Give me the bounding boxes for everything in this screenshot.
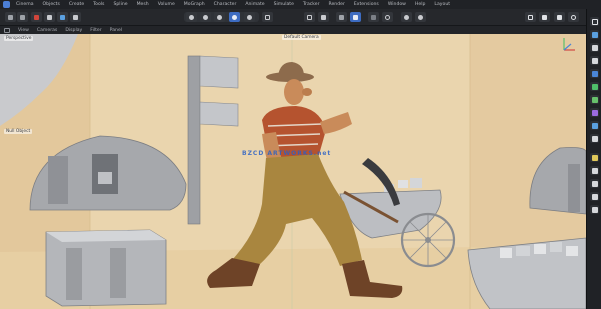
tag-icon[interactable]	[590, 179, 599, 188]
texture-mode-icon[interactable]	[318, 12, 329, 22]
app-logo-icon[interactable]	[3, 1, 10, 8]
menu-simulate[interactable]: Simulate	[274, 2, 294, 7]
viewport-camera-label[interactable]: Default Camera	[282, 35, 321, 40]
viewport-scene	[0, 34, 586, 309]
object-tag-label: Null Object	[4, 129, 33, 134]
cube-primitive-icon[interactable]	[590, 30, 599, 39]
locked-workplane-icon[interactable]	[415, 12, 426, 22]
spline-pen-icon[interactable]	[590, 43, 599, 52]
viewport-menu-cameras[interactable]: Cameras	[37, 28, 57, 33]
menu-create[interactable]: Create	[69, 2, 84, 7]
menu-cinema[interactable]: Cinema	[16, 2, 34, 7]
crate-top	[46, 230, 166, 242]
viewport-menu-panel[interactable]: Panel	[110, 28, 122, 33]
menu-tools[interactable]: Tools	[93, 2, 104, 7]
entrance-sign	[98, 172, 112, 184]
solo-mode-icon[interactable]	[382, 12, 393, 22]
axis-gizmo-icon	[563, 38, 575, 51]
rotate-tool-icon[interactable]	[70, 12, 81, 22]
axis-mode-icon[interactable]	[368, 12, 379, 22]
cloner-icon[interactable]	[590, 82, 599, 91]
points-mode-icon[interactable]	[336, 12, 347, 22]
entrance-post-right	[568, 164, 580, 212]
cart-ore-3	[534, 244, 546, 254]
interactive-render-icon[interactable]	[244, 12, 255, 22]
menu-extensions[interactable]: Extensions	[354, 2, 379, 7]
miner-nose	[302, 88, 312, 96]
viewport-menu-view[interactable]: View	[18, 28, 29, 33]
cart-ore-4	[550, 242, 562, 252]
viewport-layout-icon[interactable]	[4, 27, 10, 33]
ore-chunk-2	[410, 178, 422, 188]
menu-spline[interactable]: Spline	[113, 2, 127, 7]
menu-render[interactable]: Render	[329, 2, 345, 7]
workplane-icon[interactable]	[401, 12, 412, 22]
ore-chunk-1	[398, 180, 408, 188]
signpost-board-bottom	[199, 101, 239, 127]
undo-icon[interactable]	[5, 12, 16, 22]
light-icon[interactable]	[590, 153, 599, 162]
entrance-post-left	[48, 156, 68, 204]
deformer-icon[interactable]	[590, 95, 599, 104]
menu-objects[interactable]: Objects	[43, 2, 60, 7]
render-region-icon[interactable]	[200, 12, 211, 22]
crate-slat-2	[110, 248, 126, 298]
search-icon[interactable]	[568, 12, 579, 22]
watermark-text: BZCD ARTWORKS.net	[242, 150, 332, 157]
redo-icon[interactable]	[17, 12, 28, 22]
volume-icon[interactable]	[590, 205, 599, 214]
text-tool-icon[interactable]	[590, 56, 599, 65]
viewport-menu-filter[interactable]: Filter	[90, 28, 101, 33]
viewport-view-label: Perspective	[4, 36, 34, 41]
menu-help[interactable]: Help	[415, 2, 425, 7]
timeline-panel-icon[interactable]	[554, 12, 565, 22]
polygons-mode-icon[interactable]	[350, 12, 361, 22]
render-picture-viewer-icon[interactable]	[214, 12, 225, 22]
layout-panel-icon[interactable]	[525, 12, 536, 22]
subdivision-surface-icon[interactable]	[590, 69, 599, 78]
cart-ore-1	[500, 248, 512, 258]
main-toolbar	[0, 9, 601, 26]
scale-tool-icon[interactable]	[57, 12, 68, 22]
snap-icon[interactable]	[262, 12, 273, 22]
live-selection-icon[interactable]	[31, 12, 42, 22]
cart-ore-2	[516, 246, 530, 256]
signpost-board-top	[199, 55, 239, 89]
miner-head	[284, 79, 304, 105]
right-tool-palette	[586, 9, 601, 309]
menu-mesh[interactable]: Mesh	[137, 2, 149, 7]
material-icon[interactable]	[590, 166, 599, 175]
scene-nodes-icon[interactable]	[590, 192, 599, 201]
field-icon[interactable]	[590, 108, 599, 117]
menu-tracker[interactable]: Tracker	[303, 2, 320, 7]
render-view-icon[interactable]	[186, 12, 197, 22]
menu-mograph[interactable]: MoGraph	[184, 2, 205, 7]
signpost-pole	[187, 55, 201, 225]
menu-volume[interactable]: Volume	[158, 2, 175, 7]
menubar: Cinema Objects Create Tools Spline Mesh …	[0, 0, 601, 9]
viewport-menu-display[interactable]: Display	[65, 28, 82, 33]
menu-layout[interactable]: Layout	[434, 2, 450, 7]
crate-slat-1	[66, 248, 82, 300]
environment-icon[interactable]	[590, 121, 599, 130]
menu-animate[interactable]: Animate	[245, 2, 264, 7]
menu-window[interactable]: Window	[388, 2, 406, 7]
media-panel-icon[interactable]	[539, 12, 550, 22]
move-tool-icon[interactable]	[44, 12, 55, 22]
layout-panel-icon[interactable]	[590, 17, 599, 26]
viewport-menubar: View Cameras Display Filter Panel	[0, 26, 601, 34]
edit-render-settings-icon[interactable]	[229, 12, 240, 22]
menu-character[interactable]: Character	[214, 2, 237, 7]
cart-ore-5	[566, 246, 578, 256]
camera-icon[interactable]	[590, 134, 599, 143]
3d-viewport[interactable]: Perspective Default Camera Null Object B…	[0, 34, 586, 309]
model-mode-icon[interactable]	[304, 12, 315, 22]
